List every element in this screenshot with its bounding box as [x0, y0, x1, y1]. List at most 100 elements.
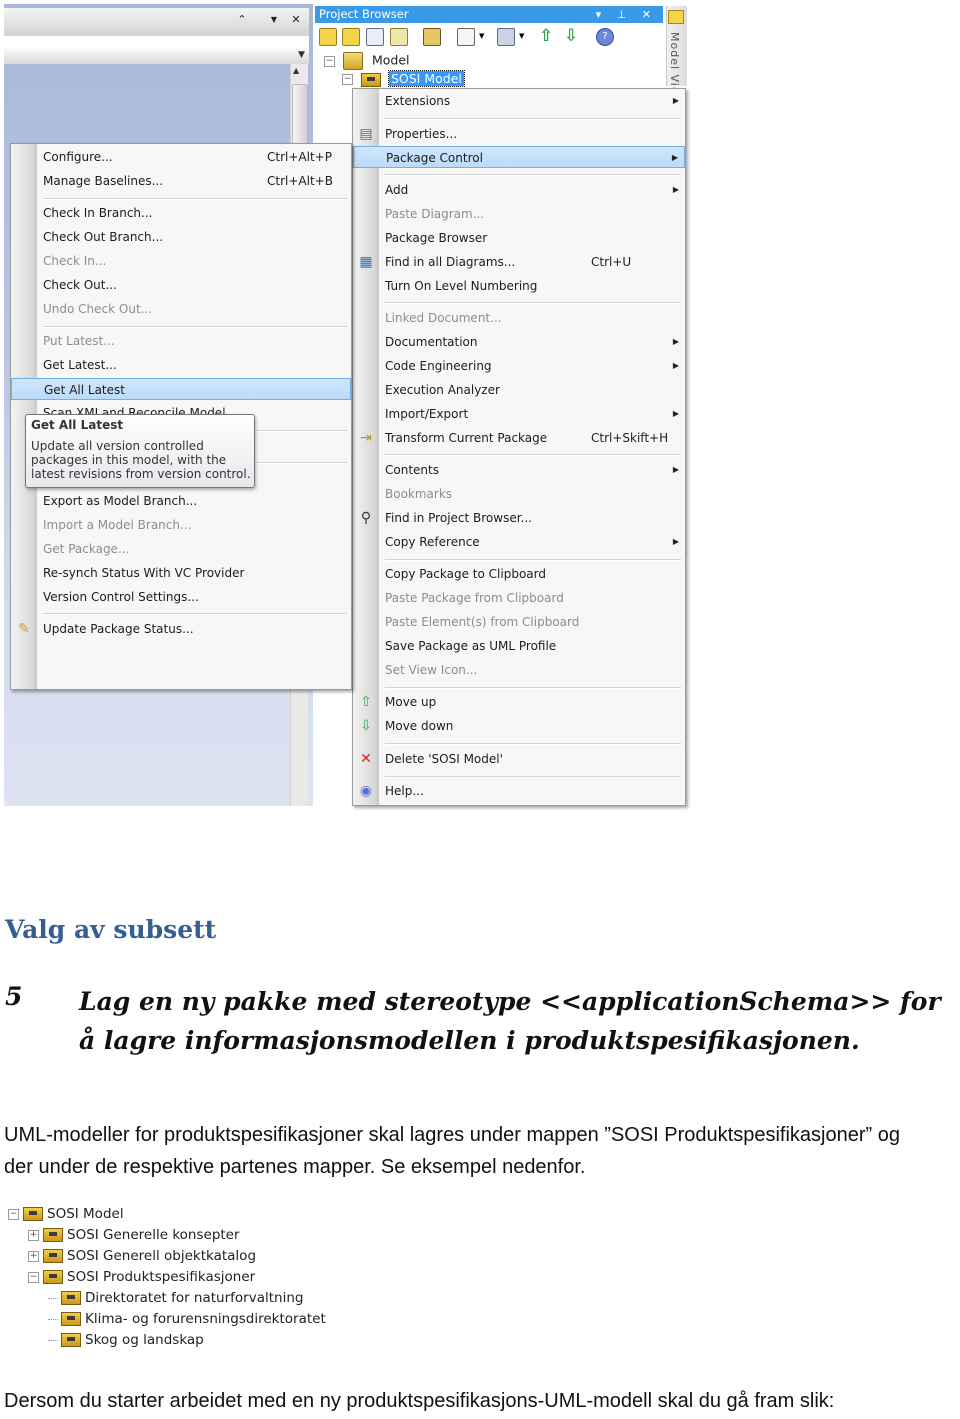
toolbar-overflow-icon[interactable]: ▼ — [298, 50, 305, 60]
menu-item-find-in-project-browser[interactable]: ⚲ Find in Project Browser... — [353, 507, 685, 529]
tree-node-model[interactable]: − Model — [324, 52, 410, 70]
menu-item-check-out[interactable]: Check Out... — [11, 274, 351, 296]
menu-item-move-up[interactable]: ⇧ Move up — [353, 691, 685, 713]
menu-item-find-in-all-diagrams[interactable]: ▦ Find in all Diagrams... Ctrl+U — [353, 251, 685, 273]
menu-item-label: Move up — [385, 695, 437, 710]
menu-item-manage-baselines[interactable]: Manage Baselines... Ctrl+Alt+B — [11, 170, 351, 192]
find-icon[interactable] — [423, 28, 441, 46]
collapse-icon[interactable]: − — [342, 74, 353, 85]
expand-icon[interactable]: + — [28, 1229, 39, 1241]
submenu-arrow-icon: ▶ — [672, 360, 679, 370]
menu-item-add[interactable]: Add ▶ — [353, 179, 685, 201]
menu-item-export-as-model-branch[interactable]: Export as Model Branch... — [11, 490, 351, 512]
menu-item-update-package-status[interactable]: ✎ Update Package Status... — [11, 618, 351, 640]
paragraph-line: der under de respektive partenes mapper.… — [4, 1156, 586, 1178]
menu-item-get-all-latest[interactable]: Get All Latest — [11, 377, 351, 400]
menu-item-execution-analyzer[interactable]: Execution Analyzer — [353, 379, 685, 401]
view-dropdown-icon[interactable]: ▼ — [519, 32, 524, 40]
collapse-up-icon[interactable]: ⌃ — [234, 12, 250, 28]
scroll-up-icon[interactable]: ▲ — [293, 66, 299, 75]
tree-node-sosi-generelle-konsepter[interactable]: + SOSI Generelle konsepter — [28, 1227, 240, 1243]
menu-item-import-export[interactable]: Import/Export ▶ — [353, 403, 685, 425]
tree-node-sosi-generell-objektkatalog[interactable]: + SOSI Generell objektkatalog — [28, 1248, 256, 1264]
menu-item-code-engineering[interactable]: Code Engineering ▶ — [353, 355, 685, 377]
edit-icon[interactable] — [457, 28, 475, 46]
new-package-icon[interactable] — [342, 28, 360, 46]
move-down-icon[interactable]: ⇩ — [564, 26, 578, 46]
dropdown-icon[interactable]: ▼ — [266, 12, 282, 28]
help-icon: ◉ — [359, 783, 373, 800]
menu-item-properties[interactable]: ▤ Properties... — [353, 123, 685, 145]
menu-item-label: Package Control — [386, 151, 483, 166]
menu-item-extensions[interactable]: Extensions ▶ — [353, 90, 685, 112]
menu-item-transform-current-package[interactable]: ⇥ Transform Current Package Ctrl+Skift+H — [353, 427, 685, 449]
tree-node-klima-og-forurensningsdirektoratet[interactable]: Klima- og forurensningsdirektoratet — [48, 1311, 326, 1327]
menu-item-re-synch-status-with-vc-provider[interactable]: Re-synch Status With VC Provider — [11, 562, 351, 584]
menu-item-label: Help... — [385, 784, 424, 799]
menu-item-copy-package-to-clipboard[interactable]: Copy Package to Clipboard — [353, 563, 685, 585]
menu-item-package-browser[interactable]: Package Browser — [353, 227, 685, 249]
tree-node-sosi-model[interactable]: − SOSI Model — [8, 1206, 124, 1222]
package-icon — [61, 1312, 81, 1326]
menu-item-get-latest[interactable]: Get Latest... — [11, 354, 351, 376]
menu-item-help[interactable]: ◉ Help... — [353, 780, 685, 802]
package-icon — [23, 1207, 43, 1221]
menu-item-package-control[interactable]: Package Control ▶ — [353, 146, 685, 169]
tree-node-sosi-produktspesifikasjoner[interactable]: − SOSI Produktspesifikasjoner — [28, 1269, 255, 1285]
menu-separator — [385, 743, 681, 746]
menu-item-label: Check In... — [43, 253, 107, 268]
menu-item-label: Get Latest... — [43, 357, 117, 372]
new-element-icon[interactable] — [390, 28, 408, 46]
tooltip-body: Update all version controlled packages i… — [31, 439, 251, 481]
menu-item-move-down[interactable]: ⇩ Move down — [353, 715, 685, 737]
menu-item-label: Import/Export — [385, 406, 469, 421]
menu-item-configure[interactable]: Configure... Ctrl+Alt+P — [11, 146, 351, 168]
collapse-icon[interactable]: − — [324, 55, 335, 67]
diagram-panel-titlebar — [4, 8, 309, 37]
menu-item-label: Find in all Diagrams... — [385, 254, 516, 269]
tree-node-label: Klima- og forurensningsdirektoratet — [85, 1311, 326, 1327]
tree-node-direktoratet-for-naturforvaltning[interactable]: Direktoratet for naturforvaltning — [48, 1290, 303, 1306]
menu-item-save-package-as-uml-profile[interactable]: Save Package as UML Profile — [353, 635, 685, 657]
move-up-icon[interactable]: ⇧ — [539, 26, 553, 46]
menu-item-label: Linked Document... — [385, 311, 502, 325]
menu-separator — [43, 613, 347, 616]
menu-item-copy-reference[interactable]: Copy Reference ▶ — [353, 531, 685, 553]
menu-item-label: Save Package as UML Profile — [385, 638, 557, 653]
edit-dropdown-icon[interactable]: ▼ — [479, 32, 484, 40]
tree-node-sosi-model[interactable]: − SOSI Model — [342, 70, 465, 87]
ea-screenshot: ⌃ ▼ ✕ ▼ ▲ Project Browser ▾ ⊥ ✕ ▼ ▼ ⇧ ⇩ … — [0, 0, 690, 808]
submenu-arrow-icon: ▶ — [672, 184, 679, 194]
menu-item-version-control-settings[interactable]: Version Control Settings... — [11, 586, 351, 608]
menu-item-label: Get All Latest — [44, 382, 125, 397]
menu-item-check-out-branch[interactable]: Check Out Branch... — [11, 226, 351, 248]
titlebar-buttons[interactable]: ▾ ⊥ ✕ — [596, 6, 657, 23]
tree-node-label: SOSI Produktspesifikasjoner — [67, 1269, 256, 1285]
tree-node-label: Direktoratet for naturforvaltning — [85, 1290, 304, 1306]
menu-item-label: Find in Project Browser... — [385, 510, 532, 525]
collapse-icon[interactable]: − — [8, 1208, 19, 1220]
submenu-arrow-icon: ▶ — [672, 336, 679, 346]
submenu-arrow-icon: ▶ — [672, 465, 679, 474]
collapse-icon[interactable]: − — [28, 1271, 39, 1283]
help-icon[interactable]: ? — [596, 28, 614, 46]
close-icon[interactable]: ✕ — [288, 12, 304, 28]
tree-node-skog-og-landskap[interactable]: Skog og landskap — [48, 1332, 204, 1348]
menu-separator — [385, 117, 681, 120]
view-icon[interactable] — [497, 28, 515, 46]
find-binoculars-icon: ⚲ — [360, 509, 372, 526]
menu-item-label: Code Engineering — [385, 358, 492, 373]
menu-item-paste-diagram: Paste Diagram... — [353, 203, 685, 225]
new-model-icon[interactable] — [319, 28, 337, 46]
menu-item-delete-sosi-model[interactable]: ✕ Delete 'SOSI Model' — [353, 748, 685, 770]
step-heading: Lag en ny pakke med stereotype <<applica… — [79, 987, 941, 1055]
menu-item-label: Package Browser — [385, 230, 488, 245]
menu-item-label: Set View Icon... — [385, 662, 478, 677]
menu-item-contents[interactable]: Contents ▶ — [353, 459, 685, 481]
expand-icon[interactable]: + — [28, 1250, 39, 1262]
new-diagram-icon[interactable] — [366, 28, 384, 46]
project-browser-title: Project Browser — [319, 7, 409, 21]
menu-item-documentation[interactable]: Documentation ▶ — [353, 331, 685, 353]
menu-item-turn-on-level-numbering[interactable]: Turn On Level Numbering — [353, 275, 685, 297]
menu-item-check-in-branch[interactable]: Check In Branch... — [11, 202, 351, 224]
